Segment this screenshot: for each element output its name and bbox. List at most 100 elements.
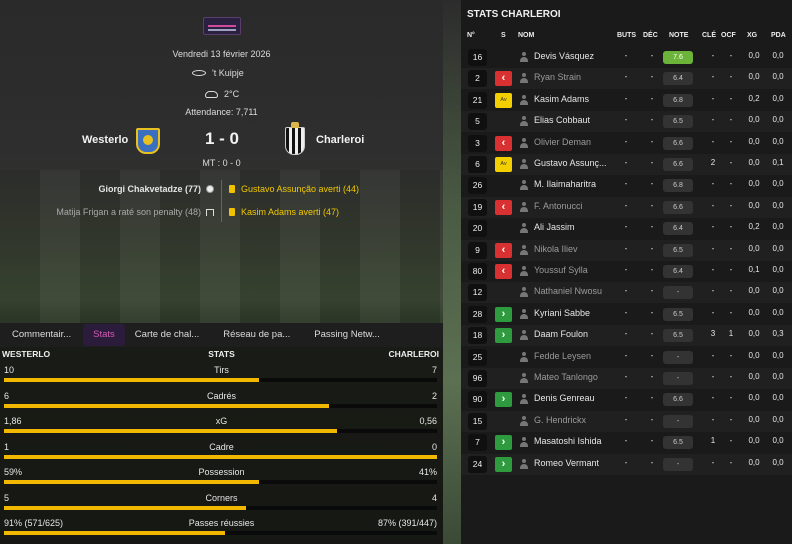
header-pda[interactable]: PDA (771, 32, 786, 39)
header-decisive[interactable]: DÉC (643, 32, 658, 39)
half-time-score: MT : 0 - 0 (202, 158, 241, 168)
player-row[interactable]: 20 Ali Jassim - - - - 0,2 0,0 6.4 (461, 218, 792, 239)
substituted-on-icon: › (495, 456, 512, 472)
goals-cell: - (624, 372, 628, 381)
substituted-off-icon: ‹ (495, 135, 512, 151)
player-row[interactable]: 21 Av Kasim Adams - - - - 0,2 0,0 6.8 (461, 90, 792, 111)
player-name[interactable]: Denis Genreau (534, 393, 595, 403)
player-name[interactable]: Olivier Deman (534, 137, 591, 147)
header-rating[interactable]: NOTE (669, 32, 688, 39)
player-name[interactable]: Mateo Tanlongo (534, 372, 598, 382)
stat-name: Passes réussies (188, 518, 255, 528)
rating-badge: 6.4 (663, 222, 693, 236)
player-avatar-icon (520, 458, 528, 469)
player-avatar-icon (520, 394, 528, 405)
player-name[interactable]: Fedde Leysen (534, 351, 591, 361)
tab-stats[interactable]: Stats (83, 324, 125, 346)
key-passes-cell: - (711, 222, 715, 232)
stat-name: Possession (198, 467, 245, 477)
player-name[interactable]: G. Hendrickx (534, 415, 586, 425)
goals-cell: - (624, 393, 628, 403)
stats-away-label: CHARLEROI (388, 349, 439, 359)
score: 1 - 0 (204, 129, 240, 148)
player-avatar-icon (520, 308, 528, 319)
player-name[interactable]: F. Antonucci (534, 201, 583, 211)
player-row[interactable]: 80 ‹ Youssuf Sylla - - - - 0,1 0,0 6.4 (461, 261, 792, 282)
goals-cell: - (624, 286, 628, 296)
charleroi-crest-icon[interactable] (285, 122, 305, 155)
away-event-booking-2: Kasim Adams averti (47) (241, 207, 340, 217)
venue-row: 't Kuipje (192, 68, 244, 78)
player-name[interactable]: Nikola Iliev (534, 244, 578, 254)
player-row[interactable]: 2 ‹ Ryan Strain - - - - 0,0 0,0 6.4 (461, 68, 792, 90)
player-row[interactable]: 6 Av Gustavo Assunç... - - 2 - 0,0 0,1 6.6 (461, 154, 792, 175)
decisive-cell: - (650, 179, 654, 189)
player-name[interactable]: Romeo Vermant (534, 458, 599, 468)
pda-cell: 0,0 (772, 414, 784, 424)
player-name[interactable]: Nathaniel Nwosu (534, 286, 602, 296)
player-name[interactable]: Ali Jassim (534, 222, 575, 232)
xg-cell: 0,0 (748, 158, 760, 167)
xg-cell: 0,0 (748, 457, 760, 467)
yellow-card-icon: Av (495, 92, 512, 108)
decisive-cell: - (650, 414, 654, 424)
player-name[interactable]: Daam Foulon (534, 329, 588, 339)
player-name[interactable]: Kasim Adams (534, 94, 589, 104)
header-chances[interactable]: OCF (721, 32, 736, 39)
home-team-name[interactable]: Westerlo (82, 134, 128, 146)
player-row[interactable]: 9 ‹ Nikola Iliev - - - - 0,0 0,0 6.5 (461, 239, 792, 261)
header-key-passes[interactable]: CLÉ (702, 32, 716, 39)
player-name[interactable]: Youssuf Sylla (534, 265, 588, 275)
goals-cell: - (624, 200, 628, 210)
westerlo-crest-icon[interactable] (136, 128, 160, 154)
player-row[interactable]: 12 Nathaniel Nwosu - - - -0,0 0,0- (461, 282, 792, 304)
player-row[interactable]: 5 Elias Cobbaut - - - - 0,0 0,0 6.5 (461, 111, 792, 133)
key-passes-cell: - (711, 179, 715, 189)
player-row[interactable]: 7 › Masatoshi Ishida - - 1 - 0,0 0,0 6.5 (461, 432, 792, 453)
shirt-number: 6 (468, 156, 487, 173)
player-row[interactable]: 16 Devis Vásquez - - - - 0,0 0,0 7.6 (461, 47, 792, 68)
player-row[interactable]: 28 › Kyriani Sabbe - - - - 0,0 0,0 6.5 (461, 304, 792, 325)
player-row[interactable]: 15 G. Hendrickx - - - -0,0 0,0- (461, 410, 792, 432)
player-avatar-icon (520, 94, 528, 105)
player-row[interactable]: 18 › Daam Foulon - - 3 1 0,0 0,3 6.5 (461, 325, 792, 347)
header-name[interactable]: NOM (518, 32, 534, 39)
stat-row: 6 Cadrés 2 (0, 389, 443, 414)
player-row[interactable]: 24 › Romeo Vermant - - - -0,0 0,0- (461, 453, 792, 475)
tab-heatmap[interactable]: Carte de chal... (129, 324, 205, 346)
rating-badge: 6.4 (663, 72, 693, 86)
substituted-on-icon: › (495, 306, 512, 322)
header-number[interactable]: N° (467, 32, 475, 39)
player-name[interactable]: Gustavo Assunç... (534, 158, 607, 168)
tab-commentary[interactable]: Commentair... (6, 324, 77, 346)
stat-bar (4, 403, 437, 408)
decisive-cell: - (650, 72, 654, 82)
away-team-name[interactable]: Charleroi (316, 134, 364, 146)
player-name[interactable]: Ryan Strain (534, 72, 581, 82)
decisive-cell: - (650, 93, 654, 103)
stat-name: Tirs (214, 365, 229, 375)
player-name[interactable]: Devis Vásquez (534, 51, 594, 61)
tab-pass-network[interactable]: Réseau de pa... (217, 324, 296, 346)
player-row[interactable]: 96 Mateo Tanlongo - - - -0,0 0,0- (461, 368, 792, 389)
player-name[interactable]: Masatoshi Ishida (534, 436, 602, 446)
key-passes-cell: - (711, 457, 715, 467)
header-status[interactable]: S (501, 32, 506, 39)
player-name[interactable]: Kyriani Sabbe (534, 308, 590, 318)
player-row[interactable]: 19 ‹ F. Antonucci - - - - 0,0 0,0 6.6 (461, 196, 792, 218)
player-row[interactable]: 26 M. Ilaimaharitra - - - - 0,0 0,0 6.8 (461, 175, 792, 196)
player-row[interactable]: 3 ‹ Olivier Deman - - - - 0,0 0,0 6.6 (461, 133, 792, 154)
stat-bar-fill (4, 505, 247, 510)
player-row[interactable]: 90 › Denis Genreau - - - - 0,0 0,0 6.6 (461, 389, 792, 410)
player-avatar-icon (520, 116, 528, 127)
header-xg[interactable]: XG (747, 32, 757, 39)
header-goals[interactable]: BUTS (617, 32, 636, 39)
pda-cell: 0,0 (772, 179, 784, 189)
xg-cell: 0,0 (748, 243, 760, 253)
stat-away-value: 0 (431, 441, 437, 452)
player-name[interactable]: M. Ilaimaharitra (534, 179, 596, 189)
tab-passing-network-en[interactable]: Passing Netw... (308, 324, 385, 346)
player-row[interactable]: 25 Fedde Leysen - - - -0,0 0,0- (461, 347, 792, 368)
player-name[interactable]: Elias Cobbaut (534, 115, 590, 125)
xg-cell: 0,0 (748, 329, 760, 339)
